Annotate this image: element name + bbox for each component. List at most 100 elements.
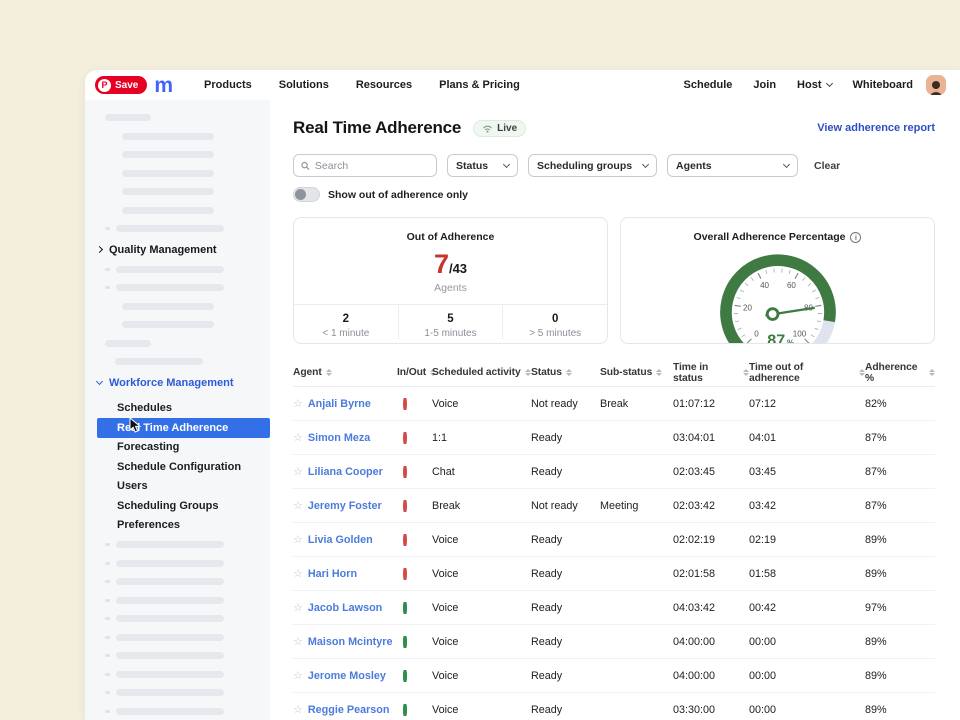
- adherence-value: 87%: [865, 466, 935, 478]
- agent-name-link[interactable]: Liliana Cooper: [308, 466, 383, 478]
- time-in-status-value: 04:00:00: [673, 636, 749, 648]
- col-adherence-pct[interactable]: Adherence %: [865, 362, 935, 384]
- nav-link[interactable]: Join: [753, 79, 776, 91]
- nav-link[interactable]: Products: [204, 79, 252, 91]
- table-row: ☆ Hari Horn Voice Ready 02:01:58 01:58 8…: [293, 557, 935, 591]
- sidebar-subitem[interactable]: Schedule Configuration: [85, 457, 270, 477]
- skeleton-line: [115, 358, 203, 365]
- agent-name-link[interactable]: Simon Meza: [308, 432, 370, 444]
- app-window: P Save m Products Solutions Resources Pl…: [85, 70, 960, 720]
- time-out-value: 00:42: [749, 602, 865, 614]
- star-icon[interactable]: ☆: [293, 567, 303, 580]
- sidebar-subitem[interactable]: Schedules: [85, 399, 270, 419]
- search-field[interactable]: [315, 160, 429, 172]
- star-icon[interactable]: ☆: [293, 635, 303, 648]
- inout-dot: [403, 568, 407, 580]
- agent-name-link[interactable]: Jerome Mosley: [308, 670, 386, 682]
- time-out-value: 07:12: [749, 398, 865, 410]
- agent-name-link[interactable]: Jeremy Foster: [308, 500, 382, 512]
- nav-link[interactable]: Plans & Pricing: [439, 79, 520, 91]
- table-row: ☆ Liliana Cooper Chat Ready 02:03:45 03:…: [293, 455, 935, 489]
- scheduled-activity-value: Voice: [432, 568, 531, 580]
- sort-icon: [326, 369, 332, 376]
- col-agent[interactable]: Agent: [293, 367, 397, 378]
- out-of-adherence-toggle[interactable]: [293, 187, 320, 202]
- agents-dropdown[interactable]: Agents: [667, 154, 798, 177]
- adherence-value: 87%: [865, 500, 935, 512]
- time-out-value: 04:01: [749, 432, 865, 444]
- time-in-status-value: 01:07:12: [673, 398, 749, 410]
- status-value: Ready: [531, 636, 600, 648]
- col-scheduled-activity[interactable]: Scheduled activity: [432, 367, 531, 378]
- skeleton-line: [122, 303, 214, 310]
- star-icon[interactable]: ☆: [293, 533, 303, 546]
- col-status[interactable]: Status: [531, 367, 600, 378]
- star-icon[interactable]: ☆: [293, 397, 303, 410]
- table-row: ☆ Jerome Mosley Voice Ready 04:00:00 00:…: [293, 659, 935, 693]
- out-unit: Agents: [294, 282, 607, 294]
- col-time-out-of-adherence[interactable]: Time out of adherence: [749, 362, 865, 384]
- col-sub-status[interactable]: Sub-status: [600, 367, 673, 378]
- scheduled-activity-value: Voice: [432, 534, 531, 546]
- nav-link[interactable]: Solutions: [279, 79, 329, 91]
- col-time-in-status[interactable]: Time in status: [673, 362, 749, 384]
- star-icon[interactable]: ☆: [293, 669, 303, 682]
- out-stat: 2 < 1 minute: [294, 305, 398, 339]
- pinterest-save-button[interactable]: P Save: [95, 76, 147, 94]
- search-input[interactable]: [293, 154, 437, 177]
- time-out-value: 00:00: [749, 704, 865, 716]
- time-in-status-value: 02:03:42: [673, 500, 749, 512]
- gauge-unit: %: [786, 338, 793, 344]
- chevron-down-icon: [503, 160, 510, 167]
- time-in-status-value: 02:02:19: [673, 534, 749, 546]
- star-icon[interactable]: ☆: [293, 601, 303, 614]
- agent-name-link[interactable]: Hari Horn: [308, 568, 357, 580]
- time-out-value: 00:00: [749, 636, 865, 648]
- adherence-value: 89%: [865, 534, 935, 546]
- scheduling-groups-dropdown[interactable]: Scheduling groups: [528, 154, 657, 177]
- clear-filters-button[interactable]: Clear: [814, 160, 840, 172]
- view-adherence-report-link[interactable]: View adherence report: [817, 122, 935, 134]
- nav-link[interactable]: Resources: [356, 79, 412, 91]
- nav-link[interactable]: Schedule: [684, 79, 733, 91]
- star-icon[interactable]: ☆: [293, 499, 303, 512]
- agent-name-link[interactable]: Reggie Pearson: [308, 704, 390, 716]
- sidebar-subitem[interactable]: Preferences: [85, 516, 270, 536]
- sidebar-item-workforce-management[interactable]: Workforce Management: [97, 377, 270, 389]
- inout-dot: [403, 602, 407, 614]
- agent-name-link[interactable]: Maison Mcintyre: [308, 636, 393, 648]
- sidebar-item-quality-management[interactable]: Quality Management: [97, 244, 270, 256]
- scheduled-activity-value: Voice: [432, 670, 531, 682]
- sidebar-subitem[interactable]: Scheduling Groups: [85, 496, 270, 516]
- chevron-down-icon: [783, 160, 790, 167]
- star-icon[interactable]: ☆: [293, 703, 303, 716]
- chevron-down-icon: [642, 160, 649, 167]
- status-dropdown[interactable]: Status: [447, 154, 518, 177]
- gauge-card-title: Overall Adherence Percentage: [694, 231, 846, 243]
- gauge-pivot: [767, 309, 778, 320]
- status-value: Ready: [531, 466, 600, 478]
- table-row: ☆ Jacob Lawson Voice Ready 04:03:42 00:4…: [293, 591, 935, 625]
- info-icon[interactable]: i: [850, 232, 861, 243]
- col-inout[interactable]: In/Out: [397, 367, 432, 378]
- star-icon[interactable]: ☆: [293, 465, 303, 478]
- skeleton-line: [105, 597, 270, 604]
- agent-name-link[interactable]: Livia Golden: [308, 534, 373, 546]
- chevron-down-icon: [96, 378, 103, 385]
- user-avatar[interactable]: [926, 75, 946, 95]
- agent-name-link[interactable]: Anjali Byrne: [308, 398, 371, 410]
- main-content: Real Time Adherence Live View adherence …: [270, 100, 960, 720]
- sidebar-subitem[interactable]: Users: [85, 477, 270, 497]
- pinterest-icon: P: [98, 79, 111, 92]
- skeleton-line: [105, 634, 270, 641]
- scheduled-activity-value: Voice: [432, 398, 531, 410]
- nav-link[interactable]: Whiteboard: [853, 79, 914, 91]
- sidebar-subitem[interactable]: Real Time Adherence: [97, 418, 270, 438]
- time-in-status-value: 03:30:00: [673, 704, 749, 716]
- nav-link[interactable]: Host: [797, 79, 831, 91]
- skeleton-line: [105, 671, 270, 678]
- miro-logo[interactable]: m: [154, 75, 172, 96]
- agent-name-link[interactable]: Jacob Lawson: [308, 602, 382, 614]
- star-icon[interactable]: ☆: [293, 431, 303, 444]
- sidebar-subitem[interactable]: Forecasting: [85, 438, 270, 458]
